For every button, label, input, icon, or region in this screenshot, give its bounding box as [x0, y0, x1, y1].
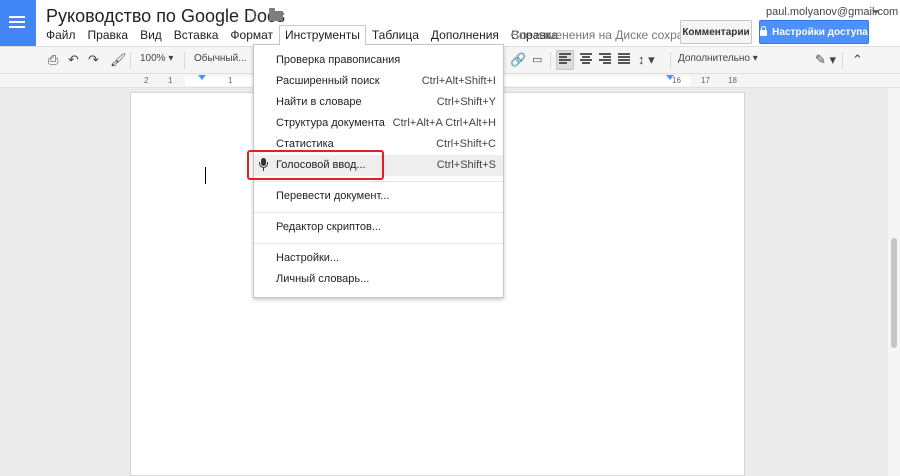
share-button[interactable]: Настройки доступа	[759, 20, 869, 44]
menu-item-shortcut: Ctrl+Alt+A Ctrl+Alt+H	[392, 117, 496, 129]
collapse-icon[interactable]: ⌃	[852, 52, 863, 68]
menu-divider	[254, 212, 503, 213]
menu-file[interactable]: Файл	[40, 25, 82, 45]
zoom-value: 100%	[140, 53, 166, 64]
menu-divider	[254, 243, 503, 244]
undo-icon[interactable]: ↶	[68, 52, 79, 68]
link-icon[interactable]: 🔗	[510, 52, 526, 68]
menu-divider	[254, 181, 503, 182]
paint-format-icon[interactable]: 🖌	[110, 52, 127, 68]
menu-format[interactable]: Формат	[224, 25, 279, 45]
menu-item-label: Редактор скриптов...	[276, 221, 381, 233]
menu-item-dictionary[interactable]: Найти в словаре Ctrl+Shift+Y	[254, 92, 503, 113]
ruler-number: 17	[701, 76, 710, 85]
editing-mode-icon[interactable]: ✎ ▾	[815, 52, 836, 68]
menu-item-shortcut: Ctrl+Shift+S	[436, 159, 496, 171]
zoom-select[interactable]: 100% ▾	[140, 53, 173, 64]
menu-item-label: Настройки...	[276, 252, 340, 264]
ruler-number: 16	[672, 76, 681, 85]
indent-marker[interactable]	[198, 75, 206, 80]
menu-table[interactable]: Таблица	[366, 25, 425, 45]
menu-item-translate[interactable]: Перевести документ...	[254, 186, 503, 207]
menu-item-personal-dictionary[interactable]: Личный словарь...	[254, 269, 503, 290]
menu-item-label: Личный словарь...	[276, 273, 370, 285]
menubar: Файл Правка Вид Вставка Формат Инструмен…	[40, 25, 564, 45]
account-caret-icon[interactable]	[872, 10, 880, 14]
docs-logo-icon[interactable]	[0, 0, 36, 46]
star-icon[interactable]: ☆	[246, 6, 260, 26]
menu-tools[interactable]: Инструменты	[279, 25, 366, 45]
vertical-scrollbar[interactable]	[888, 88, 900, 476]
highlight-annotation-box	[247, 150, 384, 180]
align-justify-icon[interactable]	[618, 53, 630, 65]
menu-view[interactable]: Вид	[134, 25, 168, 45]
menu-item-spelling[interactable]: Проверка правописания	[254, 50, 503, 71]
menu-item-research[interactable]: Расширенный поиск Ctrl+Alt+Shift+I	[254, 71, 503, 92]
ruler-number: 1	[168, 76, 173, 85]
menu-insert[interactable]: Вставка	[168, 25, 225, 45]
align-center-icon[interactable]	[580, 53, 592, 65]
scrollbar-thumb[interactable]	[891, 238, 897, 348]
comment-icon[interactable]: ▭	[532, 52, 542, 68]
redo-icon[interactable]: ↷	[88, 52, 99, 68]
menu-item-label: Структура документа	[276, 117, 385, 129]
line-spacing-icon[interactable]: ↕ ▾	[638, 52, 655, 68]
menu-item-script-editor[interactable]: Редактор скриптов...	[254, 217, 503, 238]
menu-item-shortcut: Ctrl+Alt+Shift+I	[421, 75, 496, 87]
menu-item-shortcut: Ctrl+Shift+C	[436, 138, 496, 150]
lock-icon	[760, 26, 768, 36]
more-button[interactable]: Дополнительно ▾	[678, 53, 758, 64]
save-status[interactable]: Все изменения на Диске сохран...	[511, 28, 700, 42]
ruler-number: 1	[228, 76, 233, 85]
ruler-number: 2	[144, 76, 149, 85]
folder-icon[interactable]	[269, 8, 283, 21]
text-cursor	[205, 167, 206, 184]
more-label: Дополнительно	[678, 53, 750, 64]
menu-item-label: Проверка правописания	[276, 54, 401, 66]
comments-button[interactable]: Комментарии	[680, 20, 752, 44]
menu-edit[interactable]: Правка	[82, 25, 135, 45]
menu-item-shortcut: Ctrl+Shift+Y	[436, 96, 496, 108]
align-left-icon	[559, 53, 571, 65]
menu-item-label: Перевести документ...	[276, 190, 390, 202]
style-select[interactable]: Обычный...	[194, 53, 247, 64]
menu-item-label: Найти в словаре	[276, 96, 362, 108]
menu-item-label: Расширенный поиск	[276, 75, 380, 87]
ruler-number: 18	[728, 76, 737, 85]
menu-item-preferences[interactable]: Настройки...	[254, 248, 503, 269]
menu-item-outline[interactable]: Структура документа Ctrl+Alt+A Ctrl+Alt+…	[254, 113, 503, 134]
align-right-icon[interactable]	[599, 53, 611, 65]
share-button-label: Настройки доступа	[772, 26, 868, 38]
print-icon[interactable]: ⎙	[48, 52, 58, 68]
menu-addons[interactable]: Дополнения	[425, 25, 505, 45]
header-bar: Руководство по Google Docs ☆ Файл Правка…	[0, 0, 900, 46]
menu-item-label: Статистика	[276, 138, 334, 150]
